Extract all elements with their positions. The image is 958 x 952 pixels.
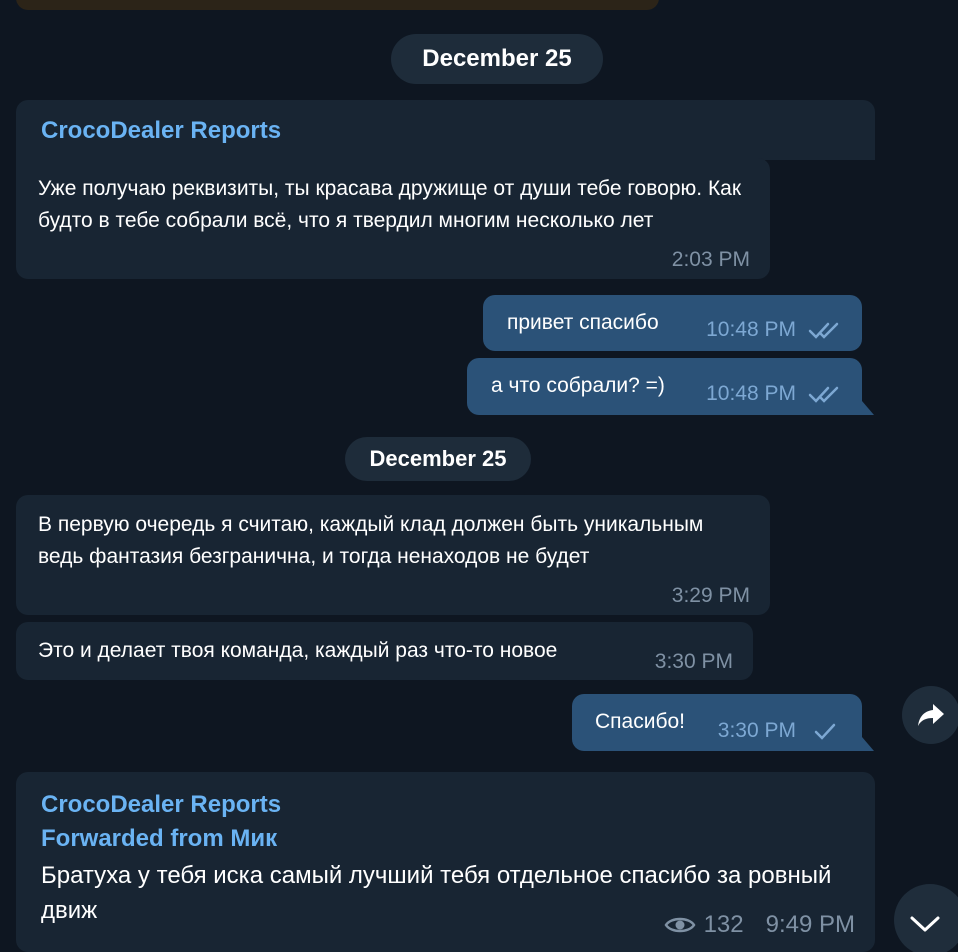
message-text: Уже получаю реквизиты, ты красава дружищ…: [38, 177, 742, 232]
message-meta: 132 9:49 PM: [664, 912, 855, 938]
eye-icon: [664, 917, 696, 933]
channel-header-bubble[interactable]: CrocoDealer Reports: [16, 100, 875, 160]
outgoing-message[interactable]: Спасибо! 3:30 PM: [572, 694, 862, 751]
chevron-down-icon: [910, 916, 940, 932]
message-meta: 3:30 PM: [718, 718, 842, 744]
forwarded-post[interactable]: CrocoDealer Reports Forwarded from Мик Б…: [16, 772, 875, 952]
message-meta: 3:30 PM: [655, 649, 733, 675]
share-button[interactable]: [902, 686, 958, 744]
date-separator: December 25: [345, 437, 531, 481]
message-meta: 10:48 PM: [706, 317, 842, 343]
media-message-preview[interactable]: [16, 0, 659, 10]
message-time: 9:49 PM: [765, 911, 855, 938]
message-time: 3:30 PM: [717, 719, 796, 742]
outgoing-message[interactable]: а что собрали? =) 10:48 PM: [467, 358, 862, 415]
message-time: 10:48 PM: [706, 382, 796, 405]
outgoing-message[interactable]: привет спасибо 10:48 PM: [483, 295, 862, 351]
message-meta: 2:03 PM: [672, 247, 750, 273]
incoming-message[interactable]: Уже получаю реквизиты, ты красава дружищ…: [16, 158, 770, 279]
message-time: 3:30 PM: [654, 650, 733, 673]
message-text: Это и делает твоя команда, каждый раз чт…: [38, 639, 558, 662]
message-time: 10:48 PM: [706, 318, 796, 341]
bubble-tail: [862, 737, 874, 751]
views-counter: 132: [664, 912, 744, 938]
date-label: December 25: [422, 45, 572, 72]
views-count: 132: [703, 911, 744, 938]
share-arrow-icon: [918, 704, 944, 726]
double-check-icon: [808, 322, 839, 339]
scroll-down-button[interactable]: [894, 884, 958, 952]
message-time: 3:29 PM: [671, 584, 750, 607]
date-separator: December 25: [391, 34, 603, 84]
incoming-message[interactable]: В первую очередь я считаю, каждый клад д…: [16, 495, 770, 615]
message-text: В первую очередь я считаю, каждый клад д…: [38, 513, 704, 568]
double-check-icon: [808, 386, 839, 403]
sender-name[interactable]: CrocoDealer Reports: [41, 114, 875, 148]
channel-name[interactable]: CrocoDealer Reports: [41, 788, 855, 822]
message-meta: 3:29 PM: [672, 583, 750, 609]
message-time: 2:03 PM: [671, 248, 750, 271]
check-icon: [814, 723, 836, 740]
forwarded-from[interactable]: Forwarded from Мик: [41, 822, 855, 856]
date-label: December 25: [369, 446, 507, 471]
message-meta: 10:48 PM: [706, 381, 842, 407]
incoming-message[interactable]: Это и делает твоя команда, каждый раз чт…: [16, 622, 753, 680]
chat-history[interactable]: December 25 CrocoDealer Reports Уже полу…: [0, 0, 958, 952]
bubble-tail: [862, 401, 874, 415]
